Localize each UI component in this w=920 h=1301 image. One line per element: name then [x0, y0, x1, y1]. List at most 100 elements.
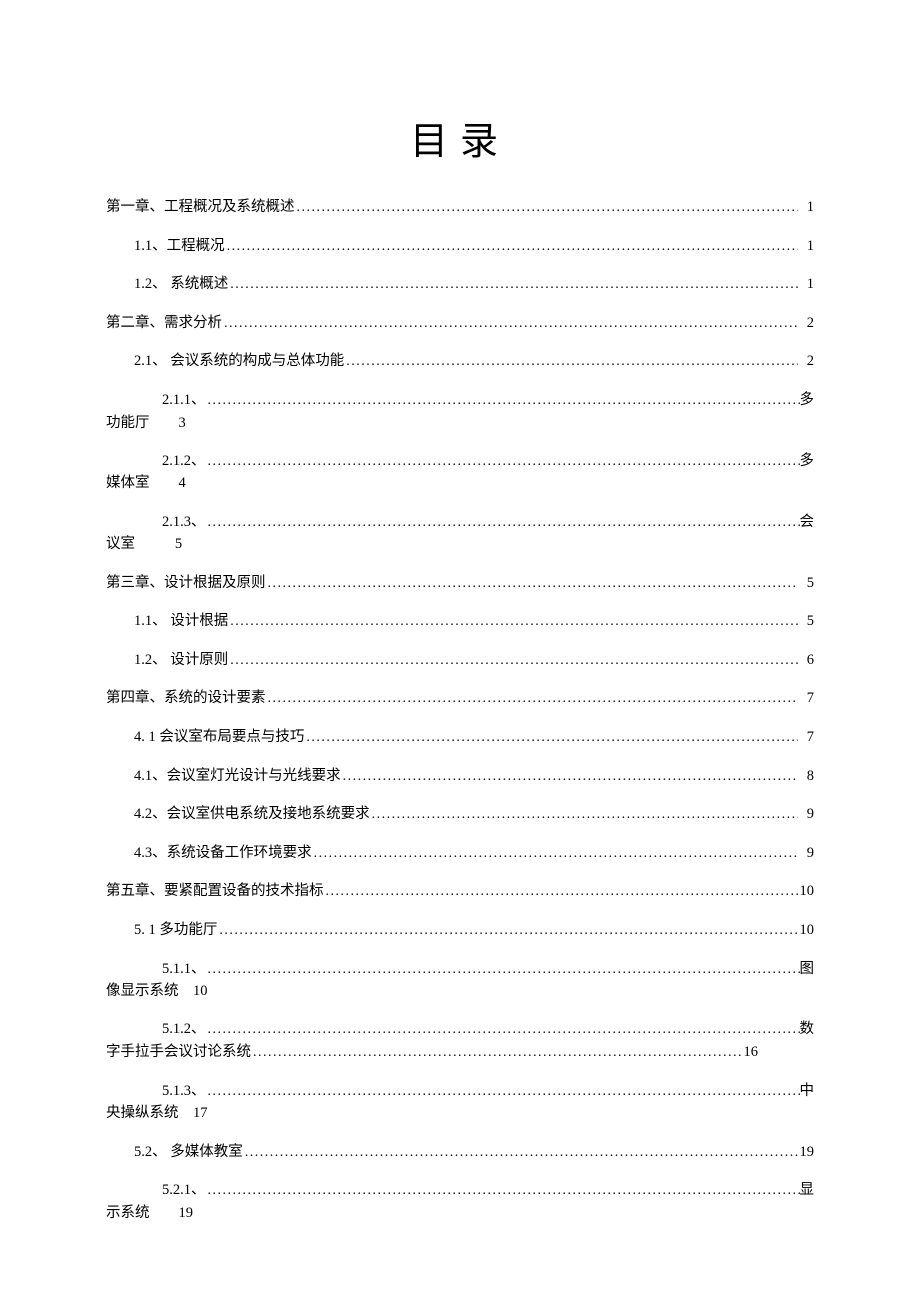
toc-leaders [206, 1082, 800, 1102]
toc-leaders [243, 1143, 798, 1163]
toc-label: 5.2.1、 [162, 1180, 206, 1200]
toc-tail: 会 [800, 512, 815, 532]
toc-spacer [150, 473, 179, 493]
toc-entry: 4.1、会议室灯光设计与光线要求 8 [106, 766, 814, 787]
toc-label: 2.1.1、 [162, 390, 206, 410]
toc-leaders [206, 452, 800, 472]
toc-page: 9 [798, 804, 814, 824]
toc-page: 10 [193, 981, 208, 1001]
toc-spacer [135, 534, 175, 554]
toc-label: 2.1.2、 [162, 451, 206, 471]
toc-entry: 4. 1 会议室布局要点与技巧 7 [106, 727, 814, 748]
toc-leaders [206, 1181, 800, 1201]
toc-title: 目录 [106, 110, 814, 165]
toc-label: 5.2、 多媒体教室 [134, 1142, 243, 1162]
toc-label: 第二章、需求分析 [106, 313, 222, 333]
toc-page: 7 [798, 727, 814, 747]
toc-entry: 5.2.1、 显 示系统 19 [106, 1180, 814, 1223]
toc-tail: 数 [800, 1019, 815, 1039]
toc-label: 4.1、会议室灯光设计与光线要求 [134, 766, 341, 786]
toc-label: 1.2、 设计原则 [134, 650, 228, 670]
toc-entry: 第四章、系统的设计要素 7 [106, 688, 814, 709]
toc-entry: 第五章、要紧配置设备的技术指标 10 [106, 881, 814, 902]
toc-page: 8 [798, 766, 814, 786]
toc-page: 19 [798, 1142, 814, 1162]
toc-wrap-label: 媒体室 [106, 473, 150, 493]
toc-spacer [150, 413, 179, 433]
toc-entry: 5.1.3、 中 央操纵系统 17 [106, 1081, 814, 1124]
toc-leaders [228, 275, 798, 295]
toc-entry: 第三章、设计根据及原则 5 [106, 573, 814, 594]
toc-tail: 中 [800, 1081, 815, 1101]
toc-entry: 2.1、 会议系统的构成与总体功能 2 [106, 351, 814, 372]
toc-entry: 5.2、 多媒体教室 19 [106, 1142, 814, 1163]
toc-entry: 4.3、系统设备工作环境要求 9 [106, 843, 814, 864]
toc-page: 2 [798, 313, 814, 333]
toc-page: 17 [193, 1103, 208, 1123]
toc-label: 4.3、系统设备工作环境要求 [134, 843, 312, 863]
toc-page: 4 [179, 473, 186, 493]
toc-leaders [228, 612, 798, 632]
toc-entry: 1.1、 设计根据 5 [106, 611, 814, 632]
toc-leaders [251, 1043, 742, 1063]
toc-leaders [228, 651, 798, 671]
toc-page: 7 [798, 688, 814, 708]
toc-leaders [370, 805, 798, 825]
toc-leaders [304, 728, 798, 748]
toc-entry: 2.1.3、 会 议室 5 [106, 512, 814, 555]
toc-label: 2.1.3、 [162, 512, 206, 532]
toc-entry: 2.1.2、 多 媒体室 4 [106, 451, 814, 494]
toc-label: 5. 1 多功能厅 [134, 920, 217, 940]
toc-leaders [295, 198, 799, 218]
toc-tail: 图 [800, 959, 815, 979]
toc-entry: 5. 1 多功能厅 10 [106, 920, 814, 941]
toc-spacer [150, 1203, 179, 1223]
toc-entry: 第二章、需求分析 2 [106, 313, 814, 334]
toc-leaders [324, 882, 799, 902]
toc-label: 4.2、会议室供电系统及接地系统要求 [134, 804, 370, 824]
toc-entry: 5.1.1、 图 像显示系统 10 [106, 959, 814, 1002]
toc-label: 2.1、 会议系统的构成与总体功能 [134, 351, 344, 371]
document-page: 目录 第一章、工程概况及系统概述 1 1.1、工程概况 1 1.2、 系统概述 … [0, 0, 920, 1301]
toc-leaders [206, 513, 800, 533]
toc-wrap-label: 像显示系统 [106, 981, 179, 1001]
toc-page: 19 [179, 1203, 194, 1223]
toc-page: 1 [798, 197, 814, 217]
toc-leaders [206, 391, 800, 411]
toc-page: 1 [798, 236, 814, 256]
toc-leaders [206, 1020, 800, 1040]
toc-wrap-label: 功能厅 [106, 413, 150, 433]
toc-label: 第五章、要紧配置设备的技术指标 [106, 881, 324, 901]
toc-leaders [225, 237, 798, 257]
toc-page: 5 [798, 611, 814, 631]
toc-label: 第四章、系统的设计要素 [106, 688, 266, 708]
toc-page: 2 [798, 351, 814, 371]
toc-label: 4. 1 会议室布局要点与技巧 [134, 727, 304, 747]
toc-entry: 2.1.1、 多 功能厅 3 [106, 390, 814, 433]
toc-tail: 多 [800, 390, 815, 410]
toc-leaders [206, 960, 800, 980]
toc-entry: 1.1、工程概况 1 [106, 236, 814, 257]
toc-page: 10 [798, 881, 814, 901]
toc-leaders [312, 844, 798, 864]
toc-page: 5 [798, 573, 814, 593]
toc-wrap-label: 议室 [106, 534, 135, 554]
toc-wrap-label: 央操纵系统 [106, 1103, 179, 1123]
toc-page: 1 [798, 274, 814, 294]
toc-page: 6 [798, 650, 814, 670]
toc-label: 5.1.1、 [162, 959, 206, 979]
toc-leaders [341, 767, 798, 787]
toc-entry: 第一章、工程概况及系统概述 1 [106, 197, 814, 218]
toc-spacer [179, 1103, 194, 1123]
toc-page: 5 [175, 534, 182, 554]
toc-label: 1.1、 设计根据 [134, 611, 228, 631]
toc-tail: 显 [800, 1180, 815, 1200]
toc-label: 1.1、工程概况 [134, 236, 225, 256]
toc-leaders [266, 574, 799, 594]
toc-page: 16 [742, 1042, 758, 1062]
toc-label: 第三章、设计根据及原则 [106, 573, 266, 593]
toc-label: 第一章、工程概况及系统概述 [106, 197, 295, 217]
toc-label: 5.1.3、 [162, 1081, 206, 1101]
toc-entry: 1.2、 设计原则 6 [106, 650, 814, 671]
toc-page: 9 [798, 843, 814, 863]
